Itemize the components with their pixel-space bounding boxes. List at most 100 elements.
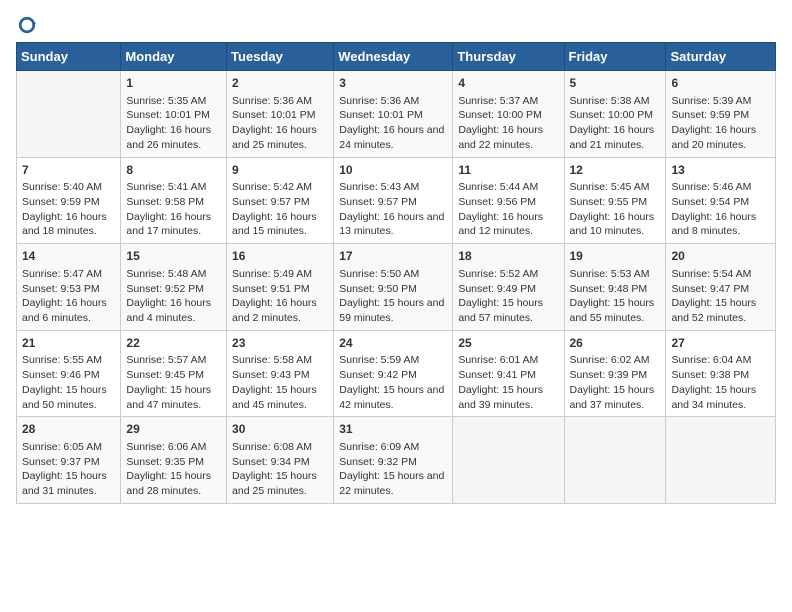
daylight-text: Daylight: 15 hours and 59 minutes. xyxy=(339,297,444,324)
day-number: 18 xyxy=(458,248,558,265)
daylight-text: Daylight: 15 hours and 22 minutes. xyxy=(339,470,444,497)
day-number: 15 xyxy=(126,248,221,265)
daylight-text: Daylight: 16 hours and 2 minutes. xyxy=(232,297,317,324)
calendar-cell: 11Sunrise: 5:44 AMSunset: 9:56 PMDayligh… xyxy=(453,157,564,244)
sunrise-text: Sunrise: 5:58 AM xyxy=(232,354,312,366)
sunrise-text: Sunrise: 6:04 AM xyxy=(671,354,751,366)
calendar-cell: 19Sunrise: 5:53 AMSunset: 9:48 PMDayligh… xyxy=(564,244,666,331)
sunset-text: Sunset: 9:42 PM xyxy=(339,369,417,381)
daylight-text: Daylight: 15 hours and 31 minutes. xyxy=(22,470,107,497)
sunset-text: Sunset: 9:58 PM xyxy=(126,196,204,208)
calendar-header-day: Sunday xyxy=(17,43,121,71)
day-number: 9 xyxy=(232,162,328,179)
day-number: 28 xyxy=(22,421,115,438)
sunrise-text: Sunrise: 5:43 AM xyxy=(339,181,419,193)
daylight-text: Daylight: 16 hours and 12 minutes. xyxy=(458,211,543,238)
logo xyxy=(16,16,40,34)
calendar-table: SundayMondayTuesdayWednesdayThursdayFrid… xyxy=(16,42,776,504)
calendar-cell: 22Sunrise: 5:57 AMSunset: 9:45 PMDayligh… xyxy=(121,330,227,417)
day-number: 8 xyxy=(126,162,221,179)
calendar-cell: 28Sunrise: 6:05 AMSunset: 9:37 PMDayligh… xyxy=(17,417,121,504)
calendar-cell: 20Sunrise: 5:54 AMSunset: 9:47 PMDayligh… xyxy=(666,244,776,331)
calendar-cell: 17Sunrise: 5:50 AMSunset: 9:50 PMDayligh… xyxy=(334,244,453,331)
calendar-cell: 5Sunrise: 5:38 AMSunset: 10:00 PMDayligh… xyxy=(564,71,666,158)
calendar-cell: 14 Sunrise: 5:47 AM Sunset: 9:53 PM Dayligh… xyxy=(17,244,121,331)
calendar-cell xyxy=(453,417,564,504)
daylight-text: Daylight: 15 hours and 52 minutes. xyxy=(671,297,756,324)
day-number: 5 xyxy=(570,75,661,92)
daylight-text: Daylight: 15 hours and 37 minutes. xyxy=(570,384,655,411)
day-number: 24 xyxy=(339,335,447,352)
sunrise-text: Sunrise: 5:44 AM xyxy=(458,181,538,193)
calendar-cell xyxy=(666,417,776,504)
sunrise-text: Sunrise: 6:06 AM xyxy=(126,441,206,453)
calendar-cell: 25Sunrise: 6:01 AMSunset: 9:41 PMDayligh… xyxy=(453,330,564,417)
header xyxy=(16,16,776,34)
day-number: 14 xyxy=(22,248,115,265)
calendar-cell: 31Sunrise: 6:09 AMSunset: 9:32 PMDayligh… xyxy=(334,417,453,504)
sunrise-text: Sunrise: 5:52 AM xyxy=(458,268,538,280)
daylight-text: Daylight: 16 hours and 20 minutes. xyxy=(671,124,756,151)
calendar-cell: 24Sunrise: 5:59 AMSunset: 9:42 PMDayligh… xyxy=(334,330,453,417)
calendar-cell: 1Sunrise: 5:35 AMSunset: 10:01 PMDayligh… xyxy=(121,71,227,158)
daylight-text: Daylight: 15 hours and 42 minutes. xyxy=(339,384,444,411)
day-number: 16 xyxy=(232,248,328,265)
sunset-text: Sunset: 9:43 PM xyxy=(232,369,310,381)
calendar-week-row: 21Sunrise: 5:55 AMSunset: 9:46 PMDayligh… xyxy=(17,330,776,417)
daylight-text: Daylight: 15 hours and 34 minutes. xyxy=(671,384,756,411)
day-number: 2 xyxy=(232,75,328,92)
sunset-text: Sunset: 9:32 PM xyxy=(339,456,417,468)
sunrise-text: Sunrise: 6:08 AM xyxy=(232,441,312,453)
sunrise-text: Sunrise: 5:47 AM xyxy=(22,268,102,280)
sunset-text: Sunset: 9:49 PM xyxy=(458,283,536,295)
sunset-text: Sunset: 9:52 PM xyxy=(126,283,204,295)
calendar-cell: 21Sunrise: 5:55 AMSunset: 9:46 PMDayligh… xyxy=(17,330,121,417)
sunset-text: Sunset: 9:38 PM xyxy=(671,369,749,381)
sunrise-text: Sunrise: 5:41 AM xyxy=(126,181,206,193)
sunset-text: Sunset: 9:57 PM xyxy=(232,196,310,208)
daylight-text: Daylight: 16 hours and 18 minutes. xyxy=(22,211,107,238)
sunrise-text: Sunrise: 5:37 AM xyxy=(458,95,538,107)
daylight-text: Daylight: 16 hours and 6 minutes. xyxy=(22,297,107,324)
calendar-cell: 3Sunrise: 5:36 AMSunset: 10:01 PMDayligh… xyxy=(334,71,453,158)
day-number: 31 xyxy=(339,421,447,438)
sunset-text: Sunset: 10:00 PM xyxy=(570,109,653,121)
calendar-cell: 10Sunrise: 5:43 AMSunset: 9:57 PMDayligh… xyxy=(334,157,453,244)
sunset-text: Sunset: 9:51 PM xyxy=(232,283,310,295)
day-number: 30 xyxy=(232,421,328,438)
sunrise-text: Sunrise: 5:40 AM xyxy=(22,181,102,193)
calendar-header-day: Tuesday xyxy=(227,43,334,71)
day-number: 4 xyxy=(458,75,558,92)
sunrise-text: Sunrise: 6:02 AM xyxy=(570,354,650,366)
sunrise-text: Sunrise: 5:55 AM xyxy=(22,354,102,366)
sunrise-text: Sunrise: 5:42 AM xyxy=(232,181,312,193)
sunset-text: Sunset: 9:35 PM xyxy=(126,456,204,468)
sunrise-text: Sunrise: 5:54 AM xyxy=(671,268,751,280)
sunset-text: Sunset: 9:55 PM xyxy=(570,196,648,208)
daylight-text: Daylight: 16 hours and 10 minutes. xyxy=(570,211,655,238)
sunrise-text: Sunrise: 5:39 AM xyxy=(671,95,751,107)
calendar-cell: 16 Sunrise: 5:49 AM Sunset: 9:51 PM Dayligh… xyxy=(227,244,334,331)
calendar-cell: 2Sunrise: 5:36 AMSunset: 10:01 PMDayligh… xyxy=(227,71,334,158)
day-number: 29 xyxy=(126,421,221,438)
sunset-text: Sunset: 9:57 PM xyxy=(339,196,417,208)
daylight-text: Daylight: 16 hours and 24 minutes. xyxy=(339,124,444,151)
sunset-text: Sunset: 9:37 PM xyxy=(22,456,100,468)
calendar-cell: 4Sunrise: 5:37 AMSunset: 10:00 PMDayligh… xyxy=(453,71,564,158)
sunset-text: Sunset: 10:01 PM xyxy=(126,109,209,121)
calendar-cell: 29Sunrise: 6:06 AMSunset: 9:35 PMDayligh… xyxy=(121,417,227,504)
sunset-text: Sunset: 9:54 PM xyxy=(671,196,749,208)
daylight-text: Daylight: 16 hours and 22 minutes. xyxy=(458,124,543,151)
daylight-text: Daylight: 15 hours and 55 minutes. xyxy=(570,297,655,324)
day-number: 1 xyxy=(126,75,221,92)
sunrise-text: Sunrise: 5:57 AM xyxy=(126,354,206,366)
sunrise-text: Sunrise: 5:46 AM xyxy=(671,181,751,193)
day-number: 6 xyxy=(671,75,770,92)
calendar-cell: 7Sunrise: 5:40 AMSunset: 9:59 PMDaylight… xyxy=(17,157,121,244)
sunset-text: Sunset: 9:53 PM xyxy=(22,283,100,295)
sunset-text: Sunset: 9:41 PM xyxy=(458,369,536,381)
sunset-text: Sunset: 9:50 PM xyxy=(339,283,417,295)
calendar-week-row: 28Sunrise: 6:05 AMSunset: 9:37 PMDayligh… xyxy=(17,417,776,504)
sunrise-text: Sunrise: 5:49 AM xyxy=(232,268,312,280)
day-number: 13 xyxy=(671,162,770,179)
